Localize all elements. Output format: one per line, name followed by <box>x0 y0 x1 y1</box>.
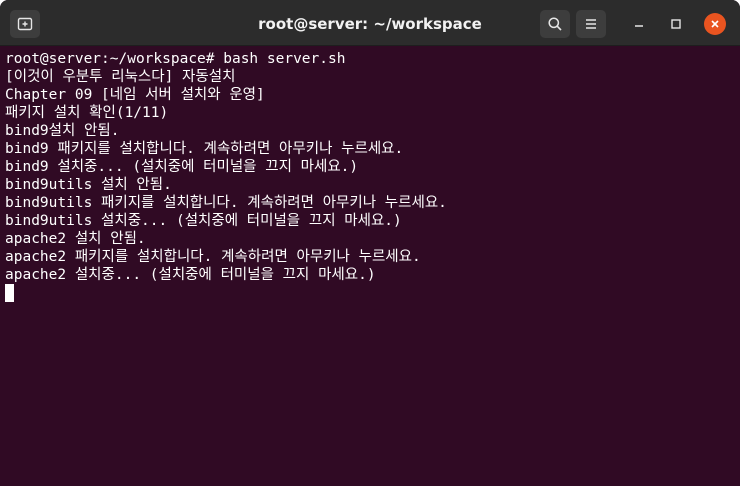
output-line: apache2 설치 안됨. <box>5 231 146 247</box>
output-line: bind9utils 패키지를 설치합니다. 계속하려면 아무키나 누르세요. <box>5 195 447 211</box>
output-line: bind9설치 안됨. <box>5 123 120 139</box>
new-tab-button[interactable] <box>10 10 40 38</box>
close-icon <box>711 20 719 28</box>
output-line: bind9 설치중... (설치중에 터미널을 끄지 마세요.) <box>5 159 359 175</box>
output-line: bind9utils 설치 안됨. <box>5 177 172 193</box>
menu-button[interactable] <box>576 10 606 38</box>
minimize-button[interactable] <box>628 13 650 35</box>
output-line: bind9 패키지를 설치합니다. 계속하려면 아무키나 누르세요. <box>5 141 404 157</box>
output-line: [이것이 우분투 리눅스다] 자동설치 <box>5 69 236 85</box>
title-bar[interactable]: root@server: ~/workspace <box>0 0 740 46</box>
output-line: apache2 패키지를 설치합니다. 계속하려면 아무키나 누르세요. <box>5 249 421 265</box>
prompt-line: root@server:~/workspace# bash server.sh <box>5 51 346 67</box>
search-button[interactable] <box>540 10 570 38</box>
terminal-window: root@server: ~/workspace root@server:~/w… <box>0 0 740 486</box>
close-button[interactable] <box>704 13 726 35</box>
minimize-icon <box>635 25 643 27</box>
cursor-line <box>5 284 740 302</box>
maximize-button[interactable] <box>665 13 687 35</box>
output-line: Chapter 09 [네임 서버 설치와 운영] <box>5 87 265 103</box>
output-line: bind9utils 설치중... (설치중에 터미널을 끄지 마세요.) <box>5 213 402 229</box>
maximize-icon <box>671 19 681 29</box>
output-line: 패키지 설치 확인(1/11) <box>5 105 169 121</box>
output-line: apache2 설치중... (설치중에 터미널을 끄지 마세요.) <box>5 267 376 283</box>
text-cursor <box>5 284 14 302</box>
search-icon <box>548 17 562 31</box>
new-tab-icon <box>17 17 33 31</box>
terminal-output[interactable]: root@server:~/workspace# bash server.sh … <box>0 46 740 486</box>
hamburger-menu-icon <box>586 19 596 29</box>
